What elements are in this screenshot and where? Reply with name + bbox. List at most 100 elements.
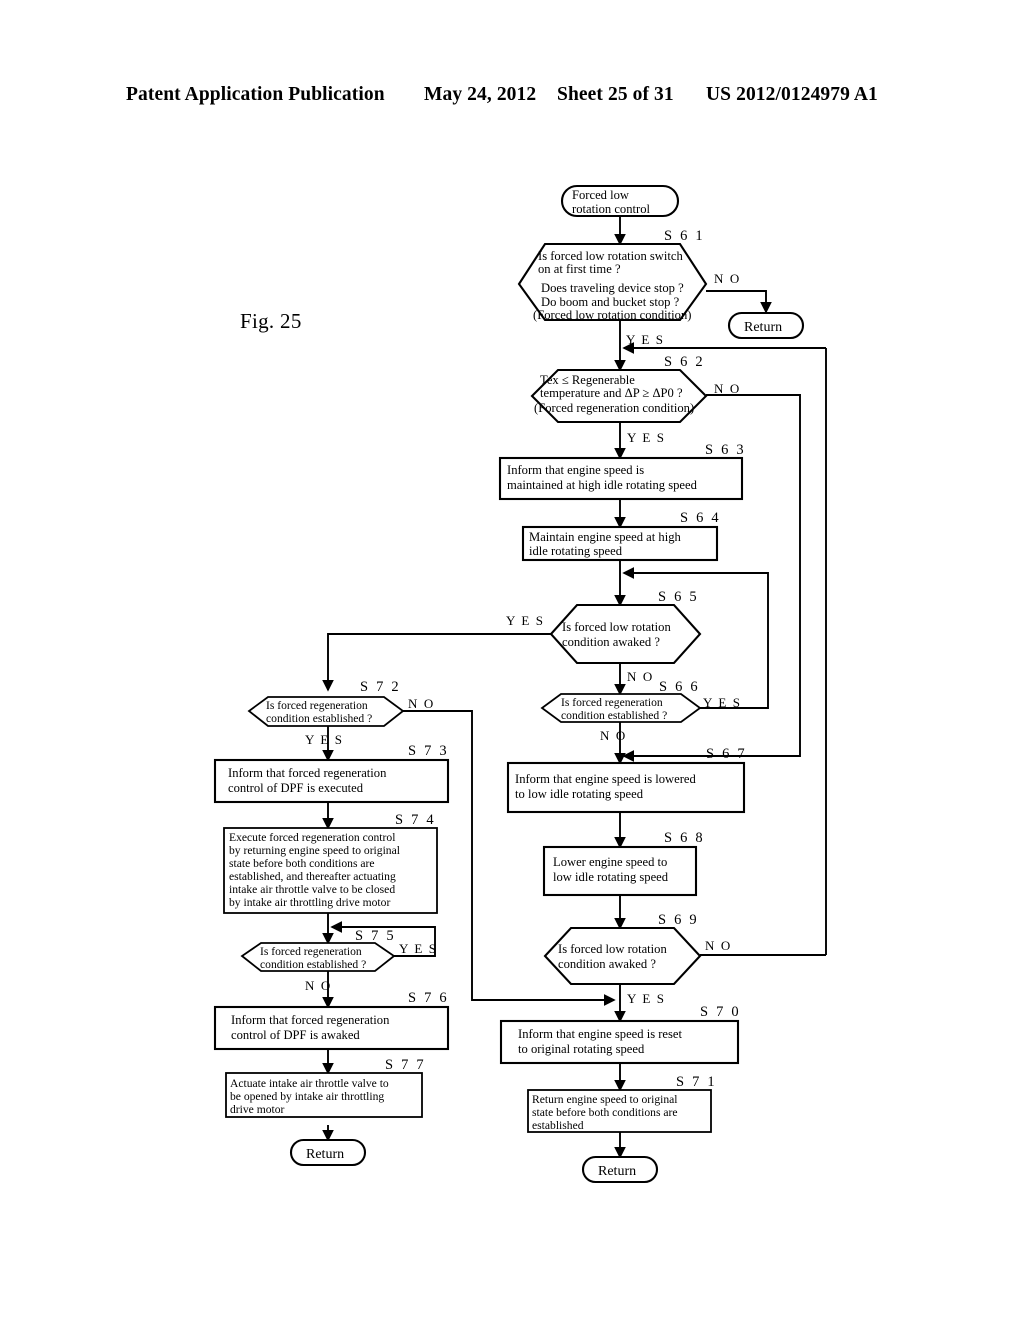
node-start-terminator: Forced low rotation control	[560, 184, 680, 218]
s61-yes-label: Y E S	[626, 332, 665, 347]
s77-line-1: Actuate intake air throttle valve to	[230, 1077, 389, 1090]
s62-line-2: temperature and ΔP ≥ ΔP0 ?	[540, 386, 683, 400]
s73-line-1: Inform that forced regeneration	[228, 766, 387, 780]
s62-no-label: N O	[714, 381, 741, 396]
s61-line-2: on at first time ?	[538, 262, 621, 276]
s65-no-label: N O	[627, 669, 654, 684]
s62-step-label: S 6 2	[664, 354, 705, 370]
s68-step-label: S 6 8	[664, 830, 705, 846]
node-s71-process: S 7 1 Return engine speed to original st…	[527, 1074, 717, 1133]
s68-line-1: Lower engine speed to	[553, 855, 667, 869]
s72-line-1: Is forced regeneration	[266, 699, 368, 712]
s61-line-4: Do boom and bucket stop ?	[541, 295, 680, 309]
s75-line-1: Is forced regeneration	[260, 945, 362, 958]
node-s66-decision: S 6 6 Is forced regeneration condition e…	[540, 679, 742, 743]
s67-line-1: Inform that engine speed is lowered	[515, 772, 697, 786]
patent-figure-page: Patent Application Publication May 24, 2…	[0, 0, 1024, 1320]
s69-line-2: condition awaked ?	[558, 957, 656, 971]
s67-line-2: to low idle rotating speed	[515, 787, 644, 801]
return-s71-label: Return	[598, 1164, 636, 1179]
s75-yes-label: Y E S	[399, 941, 438, 956]
s68-line-2: low idle rotating speed	[553, 870, 669, 884]
s61-line-1: Is forced low rotation switch	[538, 249, 683, 263]
s67-step-label: S 6 7	[706, 746, 747, 762]
s73-line-2: control of DPF is executed	[228, 781, 364, 795]
s65-line-2: condition awaked ?	[562, 635, 660, 649]
s74-line-5: intake air throttle valve to be closed	[229, 883, 395, 896]
start-line-1: Forced low	[572, 188, 630, 202]
node-s65-decision: S 6 5 Is forced low rotation condition a…	[506, 589, 702, 684]
node-s74-process: S 7 4 Execute forced regeneration contro…	[223, 812, 438, 914]
node-return-s61: Return	[727, 311, 805, 340]
s77-line-2: be opened by intake air throttling	[230, 1090, 384, 1103]
s62-line-3: (Forced regeneration condition)	[534, 401, 694, 415]
s69-step-label: S 6 9	[658, 912, 699, 928]
s63-line-1: Inform that engine speed is	[507, 463, 644, 477]
s72-step-label: S 7 2	[360, 679, 401, 695]
s65-line-1: Is forced low rotation	[562, 620, 671, 634]
s71-line-1: Return engine speed to original	[532, 1093, 678, 1106]
node-s63-process: S 6 3 Inform that engine speed is mainta…	[498, 442, 746, 501]
s72-yes-label: Y E S	[305, 732, 344, 747]
s71-line-3: established	[532, 1119, 584, 1132]
s64-line-1: Maintain engine speed at high	[529, 530, 681, 544]
s72-line-2: condition established ?	[266, 712, 372, 725]
node-s68-process: S 6 8 Lower engine speed to low idle rot…	[542, 830, 705, 897]
s76-step-label: S 7 6	[408, 990, 449, 1006]
s71-step-label: S 7 1	[676, 1074, 717, 1090]
s76-line-1: Inform that forced regeneration	[231, 1013, 390, 1027]
return-s77-label: Return	[306, 1147, 344, 1162]
s74-line-3: state before both conditions are	[229, 857, 375, 870]
s74-line-4: established, and thereafter actuating	[229, 870, 396, 883]
node-s72-decision: S 7 2 Is forced regeneration condition e…	[247, 679, 435, 747]
s65-yes-label: Y E S	[506, 613, 545, 628]
s72-no-label: N O	[408, 696, 435, 711]
node-return-s71: Return	[581, 1155, 659, 1184]
edge-s61-no-return	[706, 290, 772, 314]
s61-step-label: S 6 1	[664, 228, 705, 244]
node-s76-process: S 7 6 Inform that forced regeneration co…	[213, 990, 450, 1051]
return-s61-label: Return	[744, 320, 782, 335]
s69-yes-label: Y E S	[627, 991, 666, 1006]
s73-step-label: S 7 3	[408, 743, 449, 759]
s66-line-2: condition established ?	[561, 709, 667, 722]
s66-line-1: Is forced regeneration	[561, 696, 663, 709]
node-s62-decision: S 6 2 Tex ≤ Regenerable temperature and …	[530, 354, 741, 445]
s62-line-1: Tex ≤ Regenerable	[540, 373, 635, 387]
s66-no-label: N O	[600, 728, 627, 743]
node-s69-decision: S 6 9 Is forced low rotation condition a…	[543, 912, 732, 1006]
s75-line-2: condition established ?	[260, 958, 366, 971]
s66-yes-label: Y E S	[703, 695, 742, 710]
s70-line-1: Inform that engine speed is reset	[518, 1027, 683, 1041]
s61-line-5: (Forced low rotation condition)	[533, 308, 691, 322]
s69-no-label: N O	[705, 938, 732, 953]
s77-line-3: drive motor	[230, 1103, 285, 1116]
s76-line-2: control of DPF is awaked	[231, 1028, 360, 1042]
s71-line-2: state before both conditions are	[532, 1106, 678, 1119]
node-s61-decision: S 6 1 Is forced low rotation switch on a…	[517, 228, 741, 347]
node-s73-process: S 7 3 Inform that forced regeneration co…	[213, 743, 450, 804]
node-s64-process: S 6 4 Maintain engine speed at high idle…	[521, 510, 721, 562]
node-return-s77: Return	[289, 1138, 367, 1167]
s75-no-label: N O	[305, 978, 332, 993]
s74-line-1: Execute forced regeneration control	[229, 831, 395, 844]
s70-step-label: S 7 0	[700, 1004, 741, 1020]
s75-step-label: S 7 5	[355, 928, 396, 944]
s61-no-label: N O	[714, 271, 741, 286]
s65-step-label: S 6 5	[658, 589, 699, 605]
s66-step-label: S 6 6	[659, 679, 700, 695]
s77-step-label: S 7 7	[385, 1057, 426, 1073]
node-s77-process: S 7 7 Actuate intake air throttle valve …	[225, 1057, 426, 1118]
s74-line-6: by intake air throttling drive motor	[229, 896, 390, 909]
s63-step-label: S 6 3	[705, 442, 746, 458]
s62-yes-label: Y E S	[627, 430, 666, 445]
s74-step-label: S 7 4	[395, 812, 436, 828]
s70-line-2: to original rotating speed	[518, 1042, 645, 1056]
s61-line-3: Does traveling device stop ?	[541, 281, 684, 295]
flowchart-diagram: Forced low rotation control S 6 1 Is for…	[213, 184, 827, 1184]
node-s75-decision: S 7 5 Is forced regeneration condition e…	[240, 928, 438, 993]
start-line-2: rotation control	[572, 202, 650, 216]
s64-step-label: S 6 4	[680, 510, 721, 526]
s74-line-2: by returning engine speed to original	[229, 844, 400, 857]
s63-line-2: maintained at high idle rotating speed	[507, 478, 698, 492]
